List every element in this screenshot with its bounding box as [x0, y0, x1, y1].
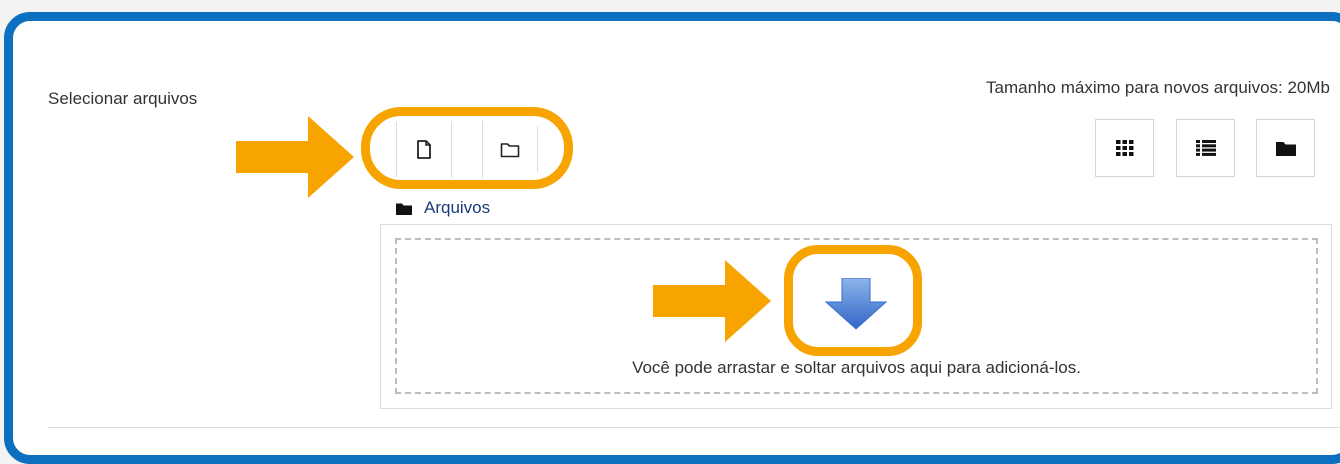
list-view-icon — [1195, 140, 1216, 156]
folder-create-icon — [500, 142, 520, 157]
add-file-button[interactable] — [396, 121, 452, 178]
path-root-link[interactable]: Arquivos — [424, 198, 490, 218]
max-size-text: Tamanho máximo para novos arquivos: 20Mb — [986, 78, 1330, 97]
breadcrumb: Arquivos — [396, 198, 490, 218]
file-toolbar — [381, 121, 545, 178]
file-add-icon — [417, 140, 431, 159]
view-list-button[interactable] — [1176, 119, 1235, 177]
folder-icon — [396, 203, 412, 215]
divider — [48, 427, 1340, 428]
create-folder-button[interactable] — [482, 121, 538, 178]
highlight-arrow-dropzone-icon — [653, 260, 771, 342]
highlight-arrow-toolbar-icon — [236, 116, 354, 198]
view-tree-button[interactable] — [1256, 119, 1315, 177]
field-label: Selecionar arquivos — [48, 89, 198, 108]
download-arrow-icon — [824, 278, 888, 330]
grid-view-icon — [1115, 140, 1133, 156]
view-icons-button[interactable] — [1095, 119, 1154, 177]
tree-view-icon — [1275, 142, 1296, 156]
dropzone-text: Você pode arrastar e soltar arquivos aqu… — [632, 358, 1081, 377]
